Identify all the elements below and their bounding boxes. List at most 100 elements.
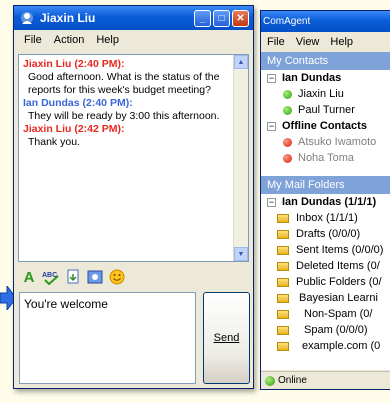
file-transfer-icon <box>67 269 79 284</box>
online-status-icon <box>283 89 292 99</box>
message-text: Good afternoon. What is the status of th… <box>28 71 220 96</box>
folder-item-nonspam[interactable]: Non-Spam (0/ <box>261 306 390 322</box>
contact-item[interactable]: Jiaxin Liu <box>261 86 390 102</box>
chat-menubar: File Action Help <box>14 30 253 49</box>
arrow-down-icon: ▼ <box>237 250 245 258</box>
chat-transcript[interactable]: Jiaxin Liu (2:40 PM): Good afternoon. Wh… <box>18 54 249 262</box>
collapse-icon[interactable]: − <box>267 197 276 207</box>
menu-help[interactable]: Help <box>330 34 360 50</box>
emoticon-icon <box>109 269 125 285</box>
chat-app-icon <box>21 12 33 24</box>
folder-icon <box>277 213 289 223</box>
folder-item-bayesian[interactable]: Bayesian Learni <box>261 290 390 306</box>
chat-title-bar[interactable]: Jiaxin Liu _ □ ✕ <box>14 6 253 30</box>
scroll-down-button[interactable]: ▼ <box>234 247 248 261</box>
send-button-label: Send <box>213 332 240 344</box>
folder-label: Non-Spam (0/ <box>304 308 373 320</box>
message-sender: Jiaxin Liu (2:42 PM): <box>23 123 125 135</box>
status-text: Online <box>278 375 307 386</box>
folder-icon <box>277 229 289 239</box>
group-label: Offline Contacts <box>282 120 367 132</box>
maximize-icon: □ <box>218 12 225 24</box>
spell-check-button[interactable]: ABC <box>42 268 60 286</box>
message-text: Thank you. <box>28 136 80 148</box>
menu-file[interactable]: File <box>18 32 48 48</box>
comagent-status-bar[interactable]: Online <box>261 371 390 389</box>
folder-item-example[interactable]: example.com (0 <box>261 338 390 354</box>
emoticon-button[interactable] <box>108 268 126 286</box>
contacts-panel-header[interactable]: My Contacts <box>261 52 390 70</box>
chat-window-title: Jiaxin Liu <box>40 11 96 25</box>
minimize-icon: _ <box>199 12 206 24</box>
image-icon <box>87 270 103 284</box>
folder-label: Public Folders (0/ <box>296 276 382 288</box>
folder-icon <box>277 341 289 351</box>
file-transfer-button[interactable] <box>64 268 82 286</box>
arrow-up-icon: ▲ <box>237 58 245 66</box>
group-label: Ian Dundas <box>282 72 342 84</box>
maximize-button[interactable]: □ <box>213 9 230 27</box>
folder-label: Spam (0/0/0) <box>304 324 368 336</box>
close-icon: ✕ <box>236 12 245 24</box>
contact-group-offline[interactable]: − Offline Contacts <box>261 118 390 134</box>
folders-tree: − Ian Dundas (1/1/1) Inbox (1/1/1) Draft… <box>261 194 390 370</box>
folder-label: Drafts (0/0/0) <box>296 228 361 240</box>
folder-label: Inbox (1/1/1) <box>296 212 358 224</box>
font-icon: A <box>23 268 35 286</box>
contact-name: Paul Turner <box>298 104 355 116</box>
contact-name: Atsuko Iwamoto <box>298 136 377 148</box>
contact-item[interactable]: Noha Toma <box>261 150 390 166</box>
folder-root-label: Ian Dundas (1/1/1) <box>282 196 377 208</box>
font-button[interactable]: A <box>20 268 38 286</box>
contact-item[interactable]: Atsuko Iwamoto <box>261 134 390 150</box>
close-button[interactable]: ✕ <box>232 9 249 27</box>
folder-label: Sent Items (0/0/0) <box>296 244 384 256</box>
folders-panel-header[interactable]: My Mail Folders <box>261 176 390 194</box>
folder-item-sent[interactable]: Sent Items (0/0/0) <box>261 242 390 258</box>
collapse-icon[interactable]: − <box>267 73 276 83</box>
folder-item-inbox[interactable]: Inbox (1/1/1) <box>261 210 390 226</box>
contact-group-online[interactable]: − Ian Dundas <box>261 70 390 86</box>
folder-icon <box>277 325 289 335</box>
folder-icon <box>277 293 289 303</box>
message-input[interactable]: You're welcome <box>19 292 196 384</box>
folder-item-deleted[interactable]: Deleted Items (0/ <box>261 258 390 274</box>
transcript-scrollbar[interactable]: ▲ ▼ <box>233 55 248 261</box>
comagent-window: ComAgent File View Help My Contacts − Ia… <box>260 10 390 390</box>
chat-window: Jiaxin Liu _ □ ✕ File Action Help Jiaxin… <box>13 5 254 389</box>
folder-icon <box>277 277 289 287</box>
comagent-window-title: ComAgent <box>263 16 311 27</box>
scroll-up-button[interactable]: ▲ <box>234 55 248 69</box>
menu-action[interactable]: Action <box>48 32 91 48</box>
contacts-tree: − Ian Dundas Jiaxin Liu Paul Turner − Of… <box>261 70 390 176</box>
message-sender: Ian Dundas (2:40 PM): <box>23 97 133 109</box>
folder-icon <box>277 261 289 271</box>
menu-view[interactable]: View <box>296 34 327 50</box>
folder-icon <box>277 245 289 255</box>
folder-item-drafts[interactable]: Drafts (0/0/0) <box>261 226 390 242</box>
folder-label: Deleted Items (0/ <box>296 260 380 272</box>
comagent-menubar: File View Help <box>261 32 390 52</box>
menu-help[interactable]: Help <box>90 32 125 48</box>
online-status-icon <box>283 105 292 115</box>
offline-status-icon <box>283 153 292 163</box>
comagent-title-bar[interactable]: ComAgent <box>261 11 390 32</box>
folder-item-spam[interactable]: Spam (0/0/0) <box>261 322 390 338</box>
folder-item-public[interactable]: Public Folders (0/ <box>261 274 390 290</box>
contacts-spacer <box>261 166 390 176</box>
chat-message: Jiaxin Liu (2:40 PM): Good afternoon. Wh… <box>23 58 232 97</box>
folder-label: Bayesian Learni <box>299 292 378 304</box>
send-button[interactable]: Send <box>203 292 250 384</box>
offline-status-icon <box>283 137 292 147</box>
contact-item[interactable]: Paul Turner <box>261 102 390 118</box>
image-button[interactable] <box>86 268 104 286</box>
chat-format-toolbar: A ABC <box>20 266 126 288</box>
collapse-icon[interactable]: − <box>267 121 276 131</box>
folder-root[interactable]: − Ian Dundas (1/1/1) <box>261 194 390 210</box>
minimize-button[interactable]: _ <box>194 9 211 27</box>
folder-icon <box>277 309 289 319</box>
contact-name: Noha Toma <box>298 152 355 164</box>
chat-message: Ian Dundas (2:40 PM): They will be ready… <box>23 97 232 123</box>
spell-check-icon: ABC <box>42 272 59 285</box>
menu-file[interactable]: File <box>267 34 292 50</box>
